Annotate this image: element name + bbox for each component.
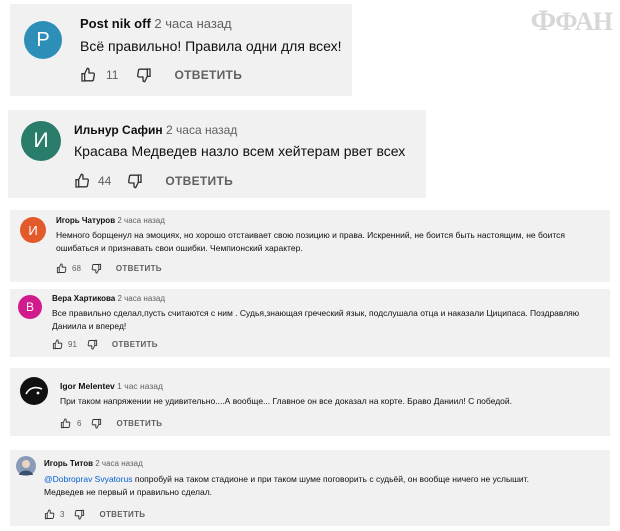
comment-author[interactable]: Igor Melentev 1 час назад (60, 381, 163, 391)
like-count: 6 (77, 419, 82, 428)
dislike-icon[interactable] (91, 418, 102, 429)
avatar-photo-icon (19, 460, 33, 475)
like-count: 3 (60, 510, 65, 519)
like-icon[interactable] (80, 67, 96, 83)
avatar[interactable]: И (20, 217, 46, 243)
comment-card: И Игорь Чатуров 2 часа назад Немного бор… (10, 210, 610, 282)
comment-text-line: Немного борщенул на эмоциях, но хорошо о… (56, 230, 566, 240)
like-icon[interactable] (60, 418, 71, 429)
comment-actions: 44 ОТВЕТИТЬ (74, 173, 233, 189)
avatar[interactable] (20, 377, 48, 405)
comment-text-line: @Dobroprav Svyatorus попробуй на таком с… (44, 474, 529, 484)
comment-time[interactable]: 2 часа назад (95, 459, 143, 468)
comment-text: Всё правильно! Правила одни для всех! (80, 38, 342, 54)
reply-button[interactable]: ОТВЕТИТЬ (174, 68, 242, 82)
comment-card: Igor Melentev 1 час назад При таком напр… (10, 368, 610, 436)
avatar[interactable]: Р (24, 21, 62, 59)
comment-actions: 6 ОТВЕТИТЬ (60, 418, 162, 429)
comment-text-line: Все правильно сделал,пусть считаются с н… (52, 308, 580, 318)
comment-actions: 68 ОТВЕТИТЬ (56, 263, 162, 274)
comment-actions: 11 ОТВЕТИТЬ (80, 67, 242, 83)
like-icon[interactable] (52, 339, 63, 350)
comment-text: При таком напряжении не удивительно....А… (60, 396, 513, 406)
reply-button[interactable]: ОТВЕТИТЬ (116, 264, 162, 273)
avatar[interactable]: В (18, 295, 42, 319)
watermark-logo: ФФАН (530, 4, 613, 37)
mention-link[interactable]: @Dobroprav Svyatorus (44, 474, 132, 484)
comment-time[interactable]: 2 часа назад (117, 294, 165, 303)
comment-author[interactable]: Ильнур Сафин 2 часа назад (74, 123, 237, 137)
comment-author[interactable]: Игорь Чатуров 2 часа назад (56, 216, 165, 225)
reply-button[interactable]: ОТВЕТИТЬ (116, 419, 162, 428)
comment-time[interactable]: 2 часа назад (166, 123, 237, 137)
like-count: 68 (72, 264, 81, 273)
comment-time[interactable]: 2 часа назад (117, 216, 165, 225)
dislike-icon[interactable] (127, 173, 143, 189)
comment-text: Красава Медведев назло всем хейтерам рве… (74, 143, 406, 159)
avatar[interactable]: И (21, 121, 61, 161)
comment-text-line: Медведев не первый и правильно сделал. (44, 487, 213, 497)
comment-card: Игорь Титов 2 часа назад @Dobroprav Svya… (10, 450, 610, 526)
dislike-icon[interactable] (87, 339, 98, 350)
like-icon[interactable] (44, 509, 55, 520)
dislike-icon[interactable] (136, 67, 152, 83)
comment-card: Р Post nik off 2 часа назад Всё правильн… (10, 4, 352, 96)
reply-button[interactable]: ОТВЕТИТЬ (112, 340, 158, 349)
like-icon[interactable] (56, 263, 67, 274)
like-count: 91 (68, 340, 77, 349)
comment-time[interactable]: 1 час назад (117, 381, 163, 391)
comment-time[interactable]: 2 часа назад (154, 16, 231, 31)
like-count: 44 (98, 174, 112, 188)
comment-author[interactable]: Post nik off 2 часа назад (80, 16, 232, 31)
dislike-icon[interactable] (74, 509, 85, 520)
avatar-drawing-icon (25, 386, 43, 395)
comment-card: И Ильнур Сафин 2 часа назад Красава Медв… (8, 110, 426, 198)
comment-author[interactable]: Вера Хартикова 2 часа назад (52, 294, 165, 303)
reply-button[interactable]: ОТВЕТИТЬ (165, 174, 233, 188)
like-count: 11 (106, 68, 119, 82)
avatar[interactable] (16, 456, 36, 476)
comment-actions: 91 ОТВЕТИТЬ (52, 339, 158, 350)
comment-actions: 3 ОТВЕТИТЬ (44, 509, 145, 520)
comment-author[interactable]: Игорь Титов 2 часа назад (44, 459, 143, 468)
comment-text-line: ошибаться и признавать свои ошибки. Чемп… (56, 243, 303, 253)
like-icon[interactable] (74, 173, 90, 189)
reply-button[interactable]: ОТВЕТИТЬ (99, 510, 145, 519)
dislike-icon[interactable] (91, 263, 102, 274)
comment-text-line: Даниила и вперед! (52, 321, 127, 331)
comment-card: В Вера Хартикова 2 часа назад Все правил… (10, 289, 610, 357)
